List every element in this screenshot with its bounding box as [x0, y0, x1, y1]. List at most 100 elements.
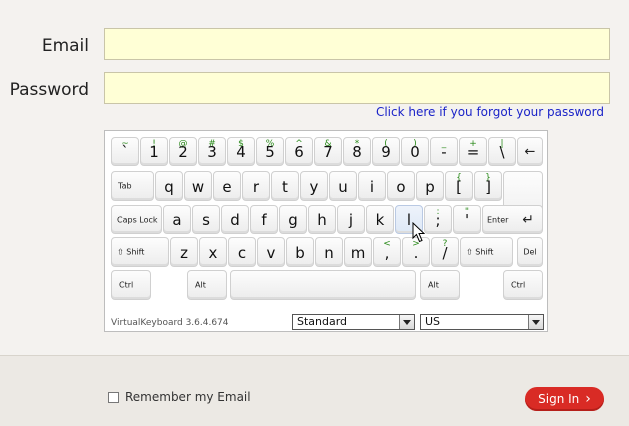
email-input[interactable] [104, 28, 610, 60]
key-x[interactable]: x [199, 237, 227, 267]
key-left-shift[interactable]: ⇧ Shift [111, 237, 169, 267]
key-char: r [252, 178, 260, 196]
key-k[interactable]: k [366, 205, 394, 234]
key-tab[interactable]: Tab [111, 171, 154, 201]
key-char: t [282, 178, 288, 196]
key-label: Del [523, 247, 537, 257]
key-label: Alt [428, 280, 439, 290]
key-g[interactable]: g [279, 205, 307, 234]
key-h[interactable]: h [308, 205, 336, 234]
key-p[interactable]: p [416, 171, 444, 201]
key-right-shift[interactable]: ⇧ Shift [460, 237, 513, 267]
key-label: Ctrl [511, 280, 526, 290]
key-8[interactable]: * 8 [343, 137, 371, 166]
key-char: k [375, 211, 385, 229]
key-n[interactable]: n [315, 237, 343, 267]
key-backslash[interactable]: | \ [488, 137, 516, 166]
key-char: ] [485, 178, 491, 196]
key-char: ` [121, 143, 129, 161]
key-left-alt[interactable]: Alt [187, 270, 227, 300]
key-char: = [466, 143, 480, 161]
key-quote[interactable]: " ' [453, 205, 481, 234]
key-char: b [295, 244, 305, 262]
key-label: Caps Lock [117, 215, 158, 224]
layout-select[interactable]: Standard [292, 314, 415, 330]
key-char: 5 [265, 143, 275, 161]
key-label: Alt [195, 280, 206, 290]
key-char: d [230, 211, 240, 229]
sign-in-button[interactable]: Sign In › [525, 387, 604, 411]
key-char: 9 [381, 143, 391, 161]
key-del[interactable]: Del [517, 237, 543, 267]
key-c[interactable]: c [228, 237, 256, 267]
key-char: / [442, 244, 448, 262]
key-slash[interactable]: ? / [431, 237, 459, 267]
key-u[interactable]: u [329, 171, 357, 201]
key-lbracket[interactable]: { [ [445, 171, 473, 201]
key-char: u [338, 178, 348, 196]
key-r[interactable]: r [242, 171, 270, 201]
key-rbracket[interactable]: } ] [474, 171, 502, 201]
key-char: 6 [294, 143, 304, 161]
chevron-down-icon[interactable] [399, 315, 414, 329]
key-a[interactable]: a [163, 205, 191, 234]
key-capslock[interactable]: Caps Lock [111, 205, 162, 234]
key-5[interactable]: % 5 [256, 137, 284, 166]
key-char: x [208, 244, 218, 262]
key-space[interactable] [230, 270, 416, 300]
remember-email-checkbox[interactable] [108, 391, 119, 403]
key-w[interactable]: w [184, 171, 212, 201]
password-label: Password [9, 80, 89, 100]
key-char: q [164, 178, 174, 196]
key-s[interactable]: s [192, 205, 220, 234]
key-t[interactable]: t [271, 171, 299, 201]
chevron-down-icon[interactable] [528, 315, 543, 329]
key-e[interactable]: e [213, 171, 241, 201]
key-label: Tab [118, 181, 132, 191]
key-minus[interactable]: _ - [430, 137, 458, 166]
key-char: v [266, 244, 276, 262]
password-input[interactable] [104, 72, 610, 104]
key-char: e [222, 178, 232, 196]
backspace-arrow-icon: ← [524, 144, 536, 159]
key-2[interactable]: @ 2 [169, 137, 197, 166]
key-b[interactable]: b [286, 237, 314, 267]
key-label: Ctrl [119, 280, 134, 290]
key-comma[interactable]: < , [373, 237, 401, 267]
key-backquote[interactable]: ~ ` [111, 137, 139, 166]
key-i[interactable]: i [358, 171, 386, 201]
key-1[interactable]: ! 1 [140, 137, 168, 166]
key-semicolon[interactable]: : ; [424, 205, 452, 234]
key-right-alt[interactable]: Alt [420, 270, 460, 300]
layout-select-value: Standard [297, 315, 348, 328]
key-z[interactable]: z [170, 237, 198, 267]
key-char: p [425, 178, 435, 196]
key-o[interactable]: o [387, 171, 415, 201]
language-select[interactable]: US [420, 314, 544, 330]
key-left-ctrl[interactable]: Ctrl [111, 270, 151, 300]
key-m[interactable]: m [344, 237, 372, 267]
key-char: i [369, 178, 375, 196]
key-char: j [348, 211, 354, 229]
key-j[interactable]: j [337, 205, 365, 234]
key-f[interactable]: f [250, 205, 278, 234]
key-backspace[interactable]: ← [517, 137, 543, 166]
key-y[interactable]: y [300, 171, 328, 201]
key-0[interactable]: ) 0 [401, 137, 429, 166]
key-right-ctrl[interactable]: Ctrl [503, 270, 543, 300]
key-v[interactable]: v [257, 237, 285, 267]
forgot-password-link[interactable]: Click here if you forgot your password [376, 105, 604, 119]
key-char: [ [456, 178, 462, 196]
key-char: 3 [207, 143, 217, 161]
key-equal[interactable]: + = [459, 137, 487, 166]
key-d[interactable]: d [221, 205, 249, 234]
key-enter[interactable]: Enter ↵ [482, 205, 543, 234]
keyboard-version: VirtualKeyboard 3.6.4.674 [111, 318, 229, 328]
key-7[interactable]: & 7 [314, 137, 342, 166]
key-3[interactable]: # 3 [198, 137, 226, 166]
key-4[interactable]: $ 4 [227, 137, 255, 166]
remember-email[interactable]: Remember my Email [108, 390, 251, 404]
key-6[interactable]: ^ 6 [285, 137, 313, 166]
key-9[interactable]: ( 9 [372, 137, 400, 166]
key-q[interactable]: q [155, 171, 183, 201]
